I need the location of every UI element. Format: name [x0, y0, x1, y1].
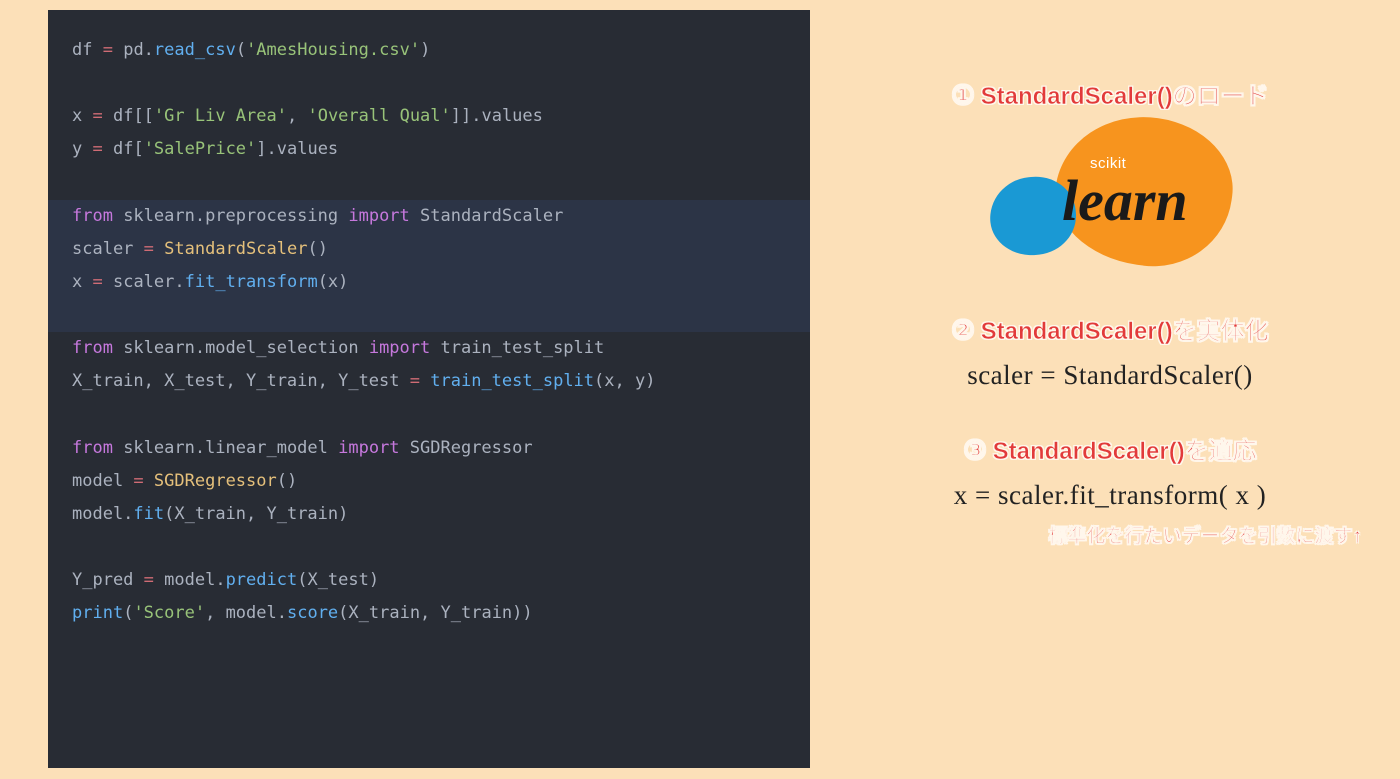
code-token: SGDRegressor	[400, 438, 533, 458]
step-1-number: ①	[951, 80, 974, 110]
code-token: , model.	[205, 603, 287, 623]
code-token: scaler	[72, 239, 144, 259]
explanation-panel: ① StandardScaler()のロード scikit learn ② Stan…	[840, 76, 1380, 548]
step-3-number: ③	[963, 435, 986, 465]
code-token: ()	[277, 471, 297, 491]
code-token: =	[92, 106, 102, 126]
step-3-code: x = scaler.fit_transform( x )	[840, 480, 1380, 511]
step-3-title: ③ StandardScaler()を適応	[840, 431, 1380, 466]
code-token: =	[133, 471, 143, 491]
code-block-3: from sklearn.model_selection import trai…	[72, 332, 786, 630]
code-token: model.	[72, 504, 133, 524]
code-token: x	[72, 272, 92, 292]
code-token: X_train, X_test, Y_train, Y_test	[72, 371, 410, 391]
step-1-title: ① StandardScaler()のロード	[840, 76, 1380, 111]
code-token: =	[103, 40, 113, 60]
logo-learn-text: learn	[1062, 167, 1188, 234]
code-token: fit	[133, 504, 164, 524]
code-token: model	[72, 471, 133, 491]
code-token: pd.	[113, 40, 154, 60]
code-token: ()	[307, 239, 327, 259]
code-token: (X_train, Y_train))	[338, 603, 532, 623]
code-token: 'Gr Liv Area'	[154, 106, 287, 126]
code-token: read_csv	[154, 40, 236, 60]
code-token	[144, 471, 154, 491]
code-token: sklearn.model_selection	[113, 338, 369, 358]
code-token: train_test_split	[430, 338, 604, 358]
code-token: model.	[154, 570, 226, 590]
code-token: from	[72, 206, 113, 226]
code-blank-line	[72, 173, 82, 193]
code-token: )	[420, 40, 430, 60]
code-token: fit_transform	[185, 272, 318, 292]
code-token: import	[338, 438, 399, 458]
code-token: print	[72, 603, 123, 623]
step-3-text: StandardScaler()を適応	[993, 438, 1257, 465]
code-token: SGDRegressor	[154, 471, 277, 491]
code-editor: df = pd.read_csv('AmesHousing.csv') x = …	[48, 10, 810, 768]
code-token	[420, 371, 430, 391]
code-token: =	[144, 239, 154, 259]
code-token: from	[72, 338, 113, 358]
code-token: =	[144, 570, 154, 590]
code-token: =	[92, 139, 102, 159]
code-blank-line	[72, 537, 82, 557]
step-3-note: 標準化を行たいデータを引数に渡す↑	[840, 521, 1380, 548]
code-token: 'Overall Qual'	[307, 106, 450, 126]
code-blank-line	[72, 73, 82, 93]
code-token: x	[72, 106, 92, 126]
code-token: import	[369, 338, 430, 358]
code-token: (x)	[318, 272, 349, 292]
code-token: ].values	[256, 139, 338, 159]
code-token: df[	[103, 139, 144, 159]
code-token: sklearn.preprocessing	[113, 206, 348, 226]
code-block-1: df = pd.read_csv('AmesHousing.csv') x = …	[72, 34, 786, 200]
step-2-code: scaler = StandardScaler()	[840, 360, 1380, 391]
code-token: predict	[226, 570, 298, 590]
code-token: StandardScaler	[410, 206, 564, 226]
code-token: y	[72, 139, 92, 159]
code-token: import	[348, 206, 409, 226]
code-token: df[[	[103, 106, 154, 126]
code-token: (x, y)	[594, 371, 655, 391]
code-token: 'AmesHousing.csv'	[246, 40, 420, 60]
code-token: (	[236, 40, 246, 60]
code-block-highlight: from sklearn.preprocessing import Standa…	[48, 200, 810, 333]
code-token: ]].values	[451, 106, 543, 126]
code-token: =	[92, 272, 102, 292]
code-token: scaler.	[103, 272, 185, 292]
code-token: 'SalePrice'	[144, 139, 257, 159]
code-token: StandardScaler	[164, 239, 307, 259]
code-token	[154, 239, 164, 259]
code-token: =	[410, 371, 420, 391]
code-token: Y_pred	[72, 570, 144, 590]
step-2-title: ② StandardScaler()を実体化	[840, 311, 1380, 346]
code-token: from	[72, 438, 113, 458]
code-token: train_test_split	[430, 371, 594, 391]
code-blank-line	[72, 305, 82, 325]
code-token: sklearn.linear_model	[113, 438, 338, 458]
code-token: df	[72, 40, 103, 60]
step-2-number: ②	[951, 315, 974, 345]
code-token: score	[287, 603, 338, 623]
code-token: ,	[287, 106, 307, 126]
step-1-text: StandardScaler()のロード	[981, 83, 1269, 110]
code-token: (	[123, 603, 133, 623]
code-token: (X_train, Y_train)	[164, 504, 348, 524]
scikit-learn-logo: scikit learn	[980, 125, 1240, 265]
step-2-text: StandardScaler()を実体化	[981, 318, 1269, 345]
code-token: (X_test)	[297, 570, 379, 590]
code-token: 'Score'	[133, 603, 205, 623]
code-blank-line	[72, 405, 82, 425]
